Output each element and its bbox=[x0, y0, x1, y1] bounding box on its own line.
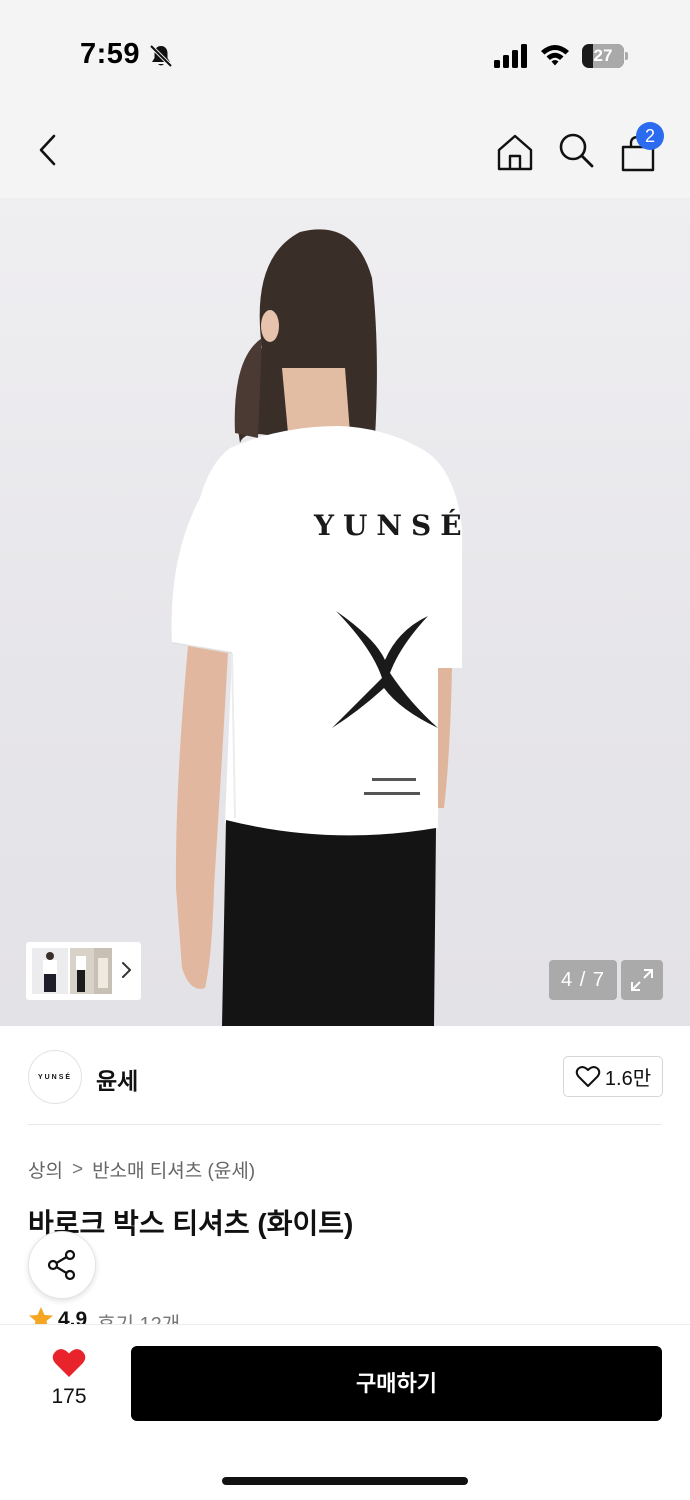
signal-icon bbox=[494, 44, 527, 68]
product-photo: YUNSÉ bbox=[171, 229, 471, 1026]
breadcrumb-separator: > bbox=[71, 1158, 84, 1180]
shirt-print-text: YUNSÉ bbox=[313, 509, 471, 542]
heart-filled-icon bbox=[52, 1349, 86, 1377]
breadcrumb-category[interactable]: 상의 bbox=[28, 1156, 63, 1183]
brand-like-button[interactable]: 1.6만 bbox=[563, 1056, 663, 1097]
status-time: 7:59 bbox=[80, 38, 141, 70]
battery-icon: 27 bbox=[582, 44, 628, 68]
home-indicator[interactable] bbox=[222, 1477, 468, 1485]
brand-logo[interactable]: YUNSÉ bbox=[28, 1050, 82, 1104]
bottom-action-bar: 175 구매하기 bbox=[0, 1324, 690, 1500]
wishlist-button[interactable]: 175 bbox=[36, 1347, 102, 1417]
star-icon bbox=[29, 1307, 53, 1326]
brand-name[interactable]: 윤세 bbox=[96, 1062, 138, 1096]
battery-level: 27 bbox=[593, 46, 613, 65]
thumbnail-1[interactable] bbox=[32, 948, 68, 994]
thumbnail-strip[interactable] bbox=[26, 942, 141, 1000]
search-button[interactable] bbox=[548, 122, 604, 178]
expand-icon bbox=[631, 969, 653, 991]
home-icon bbox=[497, 134, 533, 171]
wishlist-count: 175 bbox=[51, 1385, 87, 1408]
product-image-gallery[interactable]: YUNSÉ 4 / 7 bbox=[0, 198, 690, 1026]
rating-row[interactable]: 4.9 후기 12개 bbox=[28, 1306, 180, 1326]
brand-row: YUNSÉ 윤세 1.6만 bbox=[0, 1026, 690, 1126]
home-button[interactable] bbox=[487, 124, 543, 180]
breadcrumb: 상의 > 반소매 티셔츠 (윤세) bbox=[28, 1156, 255, 1183]
search-icon bbox=[559, 133, 594, 168]
divider bbox=[28, 1124, 662, 1125]
brand-like-count: 1.6만 bbox=[604, 1068, 652, 1090]
buy-button[interactable]: 구매하기 bbox=[131, 1346, 662, 1421]
wifi-icon bbox=[541, 45, 569, 66]
top-nav: 2 bbox=[0, 100, 690, 198]
bell-slash-icon bbox=[149, 44, 173, 68]
back-chevron-icon bbox=[39, 134, 56, 166]
thumbnail-2[interactable] bbox=[70, 948, 94, 994]
chevron-right-icon bbox=[122, 962, 131, 978]
cart-badge: 2 bbox=[636, 122, 664, 150]
expand-button[interactable] bbox=[621, 960, 663, 1000]
share-button[interactable] bbox=[28, 1231, 96, 1299]
heart-outline-icon bbox=[575, 1065, 601, 1087]
back-button[interactable] bbox=[20, 122, 76, 178]
share-icon bbox=[47, 1249, 76, 1281]
status-bar: 7:59 27 bbox=[0, 0, 690, 100]
cart-button[interactable]: 2 bbox=[610, 122, 666, 178]
thumbnail-3[interactable] bbox=[94, 948, 112, 994]
breadcrumb-subcategory[interactable]: 반소매 티셔츠 (윤세) bbox=[92, 1156, 255, 1183]
page-counter: 4 / 7 bbox=[549, 960, 617, 1000]
